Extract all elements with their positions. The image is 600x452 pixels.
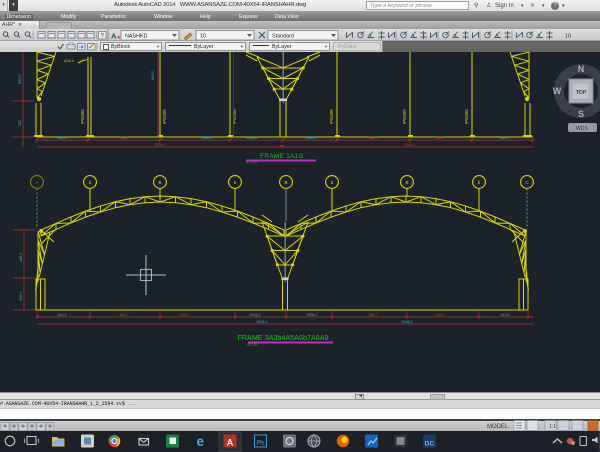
svg-text:A: A [227, 438, 234, 448]
svg-text:Standard: Standard [272, 33, 294, 39]
svg-text:TOP: TOP [576, 90, 587, 96]
svg-text:IPE300: IPE300 [464, 109, 469, 124]
svg-text:FRAME 3A3b4A5A6b7A8A9: FRAME 3A3b4A5A6b7A8A9 [237, 333, 328, 342]
svg-text:IPE300: IPE300 [232, 109, 237, 124]
svg-text:IPE300: IPE300 [162, 109, 167, 124]
svg-text:FRAME 1A1G: FRAME 1A1G [260, 153, 304, 160]
svg-text:300.0: 300.0 [19, 291, 23, 301]
svg-text:3936.2: 3936.2 [402, 320, 413, 324]
svg-text:B: B [405, 180, 408, 185]
svg-text:B: B [158, 180, 161, 185]
svg-text:568.7: 568.7 [436, 313, 445, 317]
svg-text:568.7: 568.7 [369, 313, 378, 317]
svg-text:A: A [35, 180, 38, 185]
svg-text:488.2: 488.2 [19, 252, 23, 262]
svg-text:443.7: 443.7 [501, 136, 510, 140]
svg-text:b: b [234, 180, 237, 185]
svg-text:443.8: 443.8 [501, 313, 510, 317]
svg-text:3936.2: 3936.2 [155, 143, 166, 147]
svg-text:N: N [578, 64, 585, 74]
svg-text:10: 10 [565, 34, 571, 40]
svg-text:AT 1:50: AT 1:50 [247, 343, 258, 347]
svg-text:568.7: 568.7 [436, 136, 445, 140]
svg-text:IPE300: IPE300 [402, 109, 407, 124]
svg-text:AT 1:50: AT 1:50 [246, 161, 257, 165]
svg-text:600.0: 600.0 [18, 74, 22, 84]
svg-text:600.0: 600.0 [151, 70, 155, 80]
svg-text:IPE300: IPE300 [329, 109, 334, 124]
svg-text:568.7: 568.7 [181, 313, 190, 317]
svg-text:ASA 4: ASA 4 [64, 59, 74, 63]
svg-text:A: A [111, 32, 117, 41]
svg-text:3936.2: 3936.2 [250, 313, 261, 317]
svg-text:e: e [197, 434, 205, 449]
svg-text:3936.2: 3936.2 [306, 136, 317, 140]
svg-text:300: 300 [18, 120, 22, 126]
svg-text:3936.2: 3936.2 [257, 320, 268, 324]
svg-text:568.7: 568.7 [120, 136, 129, 140]
svg-text:3936.2: 3936.2 [247, 136, 258, 140]
svg-text:MODEL: MODEL [487, 424, 509, 430]
svg-text:IPE300: IPE300 [80, 109, 85, 124]
svg-text:WCS: WCS [576, 126, 588, 132]
svg-text:568.7: 568.7 [120, 313, 129, 317]
svg-text:3936.2: 3936.2 [405, 143, 416, 147]
svg-text:10: 10 [200, 33, 206, 39]
svg-text:3936.2: 3936.2 [202, 136, 213, 140]
svg-text:S: S [578, 109, 584, 119]
svg-text:B: B [284, 180, 287, 185]
svg-text:1:1: 1:1 [549, 424, 556, 430]
svg-text:Ps: Ps [257, 441, 264, 447]
svg-text:DC: DC [425, 441, 435, 448]
svg-text:b: b [89, 180, 92, 185]
svg-text:C: C [525, 180, 529, 185]
svg-text:b: b [331, 180, 334, 185]
svg-text:W: W [553, 86, 562, 96]
svg-text:NASHKD: NASHKD [125, 33, 148, 39]
svg-text:568.7: 568.7 [369, 136, 378, 140]
svg-text:b: b [478, 180, 481, 185]
svg-text:3936.2: 3936.2 [307, 313, 318, 317]
svg-text:443.8: 443.8 [58, 313, 67, 317]
svg-text:443.8: 443.8 [58, 136, 67, 140]
